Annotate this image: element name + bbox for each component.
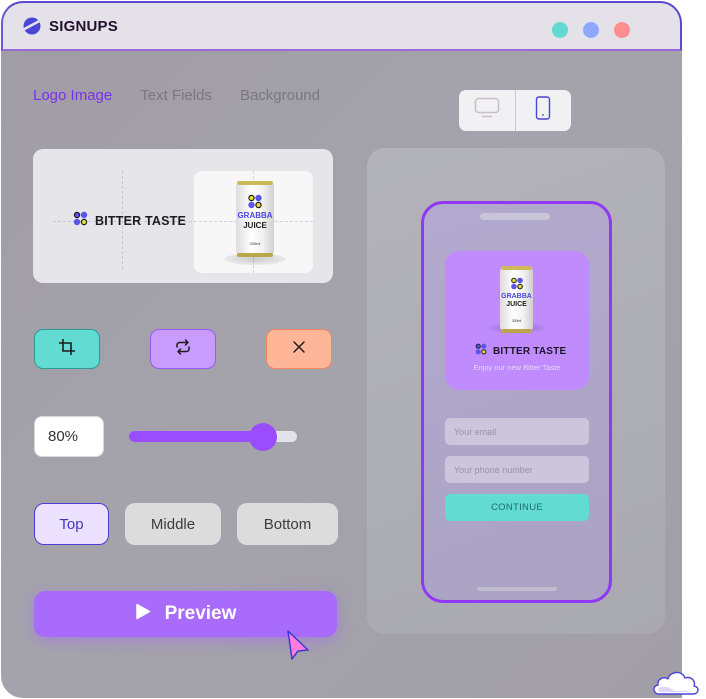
phone-continue-button[interactable]: CONTINUE — [445, 494, 589, 521]
app-window: SIGNUPS Logo Image Text Fields Backgroun… — [1, 1, 682, 698]
brand-swoosh-icon — [23, 17, 41, 35]
phone-brand-mark-icon — [475, 342, 487, 360]
phone-notch — [480, 213, 550, 220]
mobile-view-button[interactable] — [514, 90, 572, 131]
phone-can-brand: GRABBA — [501, 293, 532, 300]
window-dot-red[interactable] — [614, 22, 630, 38]
brand: SIGNUPS — [23, 17, 118, 35]
crop-button[interactable] — [34, 329, 100, 369]
juice-can: GRABBA JUICE 330ml — [236, 181, 274, 257]
phone-wordmark: BITTER TASTE — [475, 342, 566, 360]
cloud-icon — [651, 667, 701, 699]
preview-panel: GRABBA JUICE 330ml BITTER TASTE Enjoy ou… — [367, 148, 665, 634]
phone-number-input[interactable]: Your phone number — [445, 456, 589, 483]
device-toggle — [459, 90, 571, 131]
phone-tagline: Enjoy our new Bitter Taste — [473, 363, 561, 372]
preview-label: Preview — [164, 603, 237, 624]
phone-hero-card: GRABBA JUICE 330ml BITTER TASTE Enjoy ou… — [445, 251, 589, 390]
product-image[interactable]: GRABBA JUICE 330ml — [194, 171, 313, 273]
app-title: SIGNUPS — [49, 17, 118, 35]
tab-text-fields[interactable]: Text Fields — [140, 87, 212, 104]
close-icon — [292, 340, 306, 359]
tab-background[interactable]: Background — [240, 87, 320, 104]
window-dot-blue[interactable] — [583, 22, 599, 38]
brand-mark-icon — [73, 211, 88, 231]
can-brand: GRABBA — [237, 211, 273, 220]
wordmark-text: BITTER TASTE — [95, 214, 187, 228]
size-percent-input[interactable]: 80% — [34, 416, 104, 457]
tab-logo-image[interactable]: Logo Image — [33, 87, 112, 104]
position-bottom-button[interactable]: Bottom — [237, 503, 338, 545]
slider-fill — [129, 431, 264, 442]
smartphone-icon — [535, 96, 551, 125]
position-top-button[interactable]: Top — [34, 503, 109, 545]
window-controls — [552, 22, 630, 38]
can-volume: 330ml — [249, 241, 261, 246]
window-dot-green[interactable] — [552, 22, 568, 38]
editor-tabs: Logo Image Text Fields Background — [33, 87, 320, 104]
title-bar: SIGNUPS — [1, 1, 682, 51]
brand-wordmark: BITTER TASTE — [73, 211, 186, 231]
swap-image-button[interactable] — [150, 329, 216, 369]
position-middle-button[interactable]: Middle — [125, 503, 221, 545]
phone-can-product: JUICE — [506, 301, 527, 308]
phone-can-volume: 330ml — [511, 319, 522, 323]
play-icon — [135, 603, 151, 625]
phone-wordmark-text: BITTER TASTE — [493, 345, 567, 357]
logo-image-editor[interactable]: BITTER TASTE GRABBA JUICE 330ml — [33, 149, 333, 283]
mouse-pointer-icon — [285, 629, 311, 666]
remove-image-button[interactable] — [266, 329, 332, 369]
slider-thumb[interactable] — [249, 423, 278, 451]
monitor-icon — [474, 97, 500, 124]
swap-icon — [174, 338, 192, 361]
can-product: JUICE — [243, 221, 267, 230]
phone-juice-can: GRABBA JUICE 330ml — [500, 266, 533, 333]
phone-home-indicator — [477, 587, 557, 591]
size-slider[interactable] — [129, 423, 297, 451]
phone-email-input[interactable]: Your email — [445, 418, 589, 445]
phone-preview: GRABBA JUICE 330ml BITTER TASTE Enjoy ou… — [421, 201, 612, 603]
desktop-view-button[interactable] — [459, 90, 515, 131]
crop-icon — [58, 338, 76, 361]
